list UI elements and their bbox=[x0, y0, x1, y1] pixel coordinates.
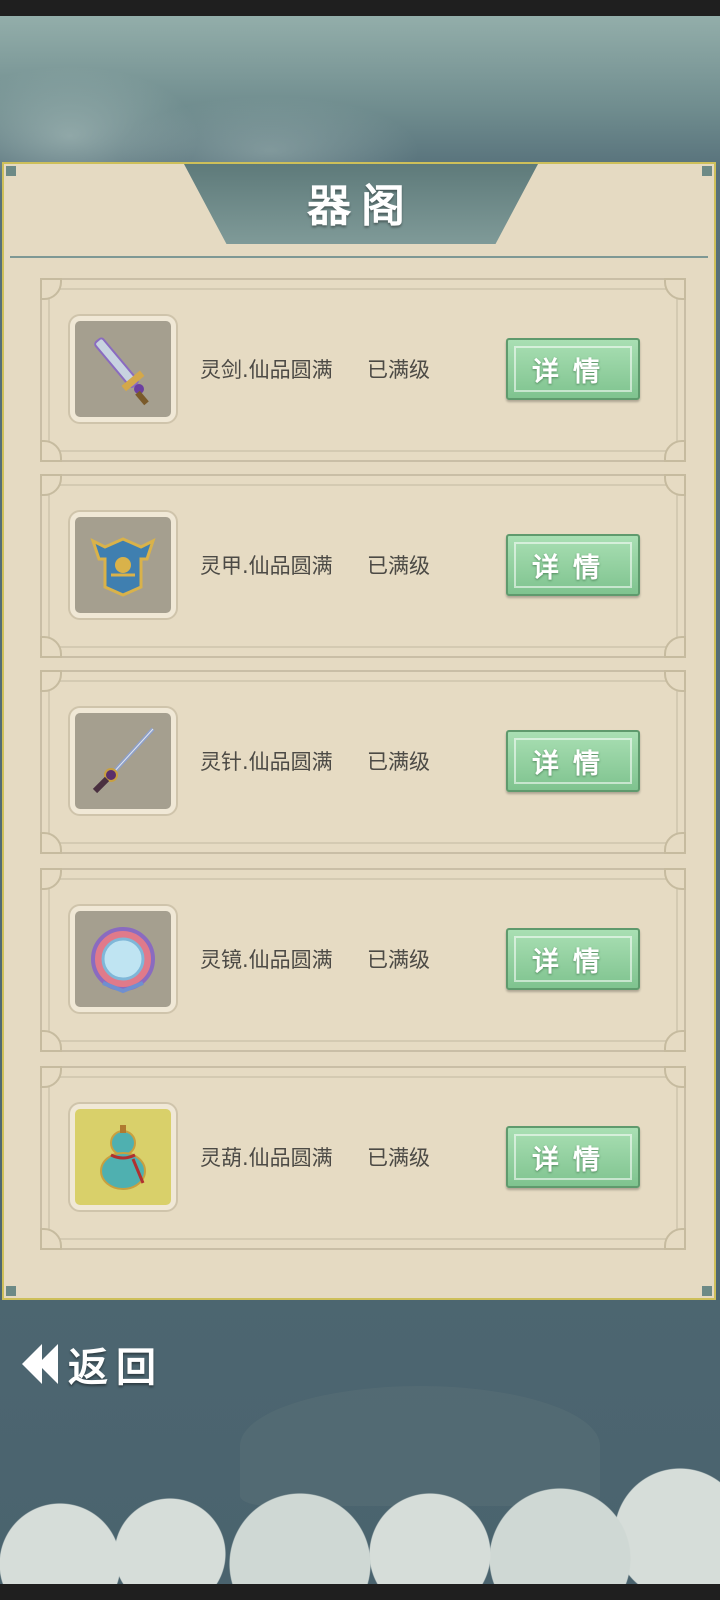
needle-icon bbox=[70, 708, 176, 814]
artifact-card: 灵镜.仙品圆满 已满级 详情 bbox=[40, 868, 686, 1052]
gourd-icon bbox=[70, 1104, 176, 1210]
back-button[interactable]: 返回 bbox=[22, 1338, 164, 1391]
detail-button[interactable]: 详情 bbox=[506, 1126, 640, 1188]
sword-icon bbox=[70, 316, 176, 422]
item-name: 灵剑.仙品圆满 bbox=[200, 358, 333, 382]
item-level: 已满级 bbox=[367, 554, 430, 578]
artifact-card: 灵针.仙品圆满 已满级 详情 bbox=[40, 670, 686, 854]
item-level: 已满级 bbox=[367, 358, 430, 382]
panel-title: 器阁 bbox=[307, 181, 415, 232]
item-name: 灵针.仙品圆满 bbox=[200, 750, 333, 774]
item-name: 灵甲.仙品圆满 bbox=[200, 554, 333, 578]
artifact-panel: 器阁 灵剑.仙品圆满 已满级 详情 灵甲.仙品圆满 已满级 详情 灵针.仙品圆满… bbox=[2, 162, 716, 1300]
panel-corner bbox=[6, 166, 16, 176]
cloud-decoration bbox=[0, 1414, 720, 1584]
double-chevron-left-icon bbox=[22, 1344, 62, 1384]
artifact-card: 灵葫.仙品圆满 已满级 详情 bbox=[40, 1066, 686, 1250]
artifact-card: 灵剑.仙品圆满 已满级 详情 bbox=[40, 278, 686, 462]
panel-corner bbox=[6, 1286, 16, 1296]
detail-button[interactable]: 详情 bbox=[506, 534, 640, 596]
back-label: 返回 bbox=[68, 1344, 164, 1391]
armor-icon bbox=[70, 512, 176, 618]
artifact-card: 灵甲.仙品圆满 已满级 详情 bbox=[40, 474, 686, 658]
title-divider bbox=[10, 256, 708, 258]
item-level: 已满级 bbox=[367, 1146, 430, 1170]
item-level: 已满级 bbox=[367, 750, 430, 774]
panel-corner bbox=[702, 166, 712, 176]
item-name: 灵镜.仙品圆满 bbox=[200, 948, 333, 972]
mirror-icon bbox=[70, 906, 176, 1012]
detail-button[interactable]: 详情 bbox=[506, 338, 640, 400]
item-name: 灵葫.仙品圆满 bbox=[200, 1146, 333, 1170]
detail-button[interactable]: 详情 bbox=[506, 928, 640, 990]
panel-corner bbox=[702, 1286, 712, 1296]
item-level: 已满级 bbox=[367, 948, 430, 972]
detail-button[interactable]: 详情 bbox=[506, 730, 640, 792]
game-screen: 器阁 灵剑.仙品圆满 已满级 详情 灵甲.仙品圆满 已满级 详情 灵针.仙品圆满… bbox=[0, 16, 720, 1584]
